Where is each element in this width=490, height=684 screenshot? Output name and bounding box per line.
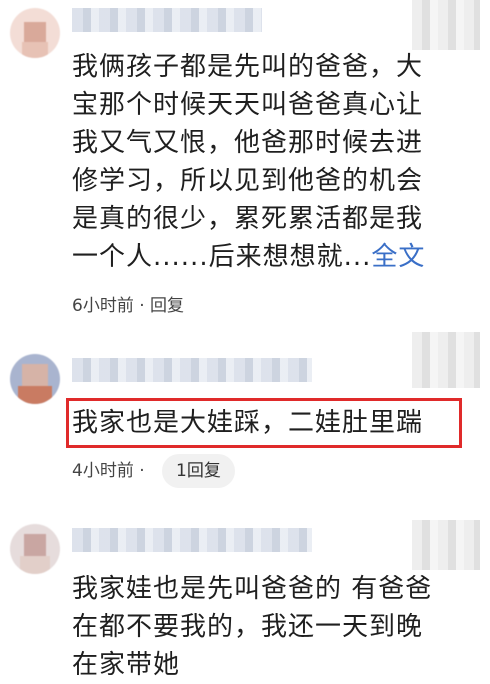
username-blurred[interactable] — [72, 8, 262, 32]
comment-text: 我家也是大娃踩，二娃肚里踹 — [72, 408, 424, 438]
meta-separator: · — [133, 296, 151, 316]
like-button-blurred[interactable] — [412, 0, 480, 50]
avatar[interactable] — [10, 524, 60, 574]
replies-count-button[interactable]: 1回复 — [162, 454, 235, 488]
comment-text: 我俩孩子都是先叫的爸爸，大 宝那个时候天天叫爸爸真心让 我又气又恨，他爸那时候去… — [72, 48, 472, 276]
expand-full-text-link[interactable]: 全文 — [371, 242, 425, 272]
comment-meta: 6小时前 · 回复 — [72, 294, 184, 318]
username-blurred[interactable] — [72, 358, 312, 382]
comment-line: 在都不要我的，我还一天到晚 — [72, 612, 424, 642]
comment-item-1: 我俩孩子都是先叫的爸爸，大 宝那个时候天天叫爸爸真心让 我又气又恨，他爸那时候去… — [0, 0, 490, 340]
avatar[interactable] — [10, 354, 60, 404]
comment-line: 修学习，所以见到他爸的机会 — [72, 166, 424, 196]
like-button-blurred[interactable] — [412, 520, 480, 570]
reply-button[interactable]: 回复 — [150, 296, 184, 316]
comment-line: 一个人......后来想想就... — [72, 242, 372, 272]
meta-separator: · — [133, 461, 151, 481]
comment-item-2: 我家也是大娃踩，二娃肚里踹 4小时前 · 1回复 — [0, 332, 490, 500]
avatar[interactable] — [10, 8, 60, 58]
comment-line: 我俩孩子都是先叫的爸爸，大 — [72, 52, 424, 82]
username-blurred[interactable] — [72, 528, 312, 552]
comment-time: 4小时前 — [72, 461, 134, 481]
comment-meta: 4小时前 · 1回复 — [72, 454, 235, 488]
comment-line: 在家带她 — [72, 650, 181, 680]
comment-text: 我家娃也是先叫爸爸的 有爸爸 在都不要我的，我还一天到晚 在家带她 — [72, 570, 472, 684]
like-button-blurred[interactable] — [412, 332, 480, 388]
comment-line-last: 一个人......后来想想就...全文 — [72, 238, 472, 276]
comment-time: 6小时前 — [72, 296, 134, 316]
comment-line: 是真的很少，累死累活都是我 — [72, 204, 424, 234]
comment-line: 我又气又恨，他爸那时候去进 — [72, 128, 424, 158]
comment-line: 我家娃也是先叫爸爸的 有爸爸 — [72, 574, 433, 604]
comment-line: 宝那个时候天天叫爸爸真心让 — [72, 90, 424, 120]
comment-item-3: 我家娃也是先叫爸爸的 有爸爸 在都不要我的，我还一天到晚 在家带她 — [0, 520, 490, 684]
